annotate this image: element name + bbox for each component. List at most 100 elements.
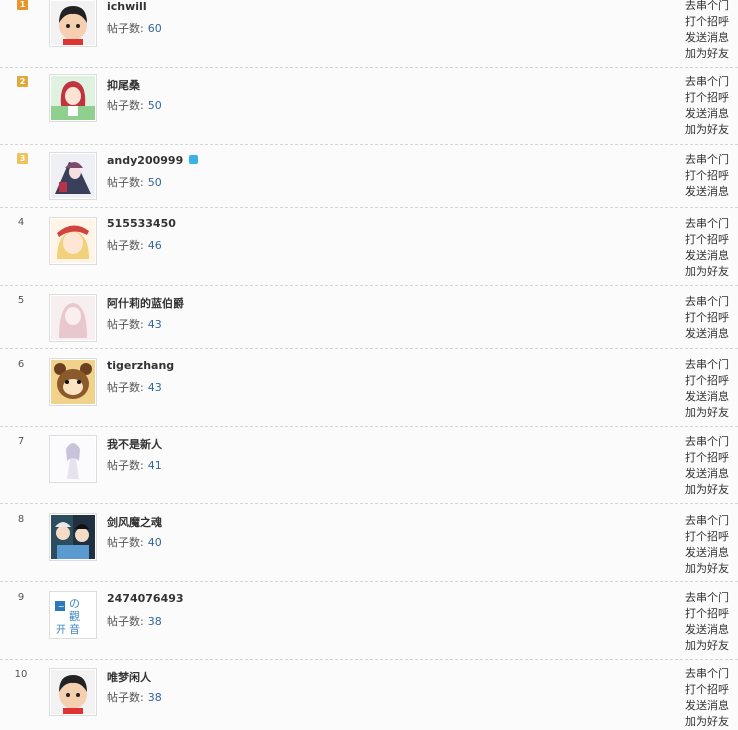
username-link[interactable]: 阿什莉的蓝伯爵 [107,295,184,311]
svg-text:开: 开 [56,625,66,636]
avatar[interactable] [49,358,97,406]
username-link[interactable]: 剑风魔之魂 [107,514,162,530]
say-hello-link[interactable]: 打个招呼 [685,168,738,184]
visit-space-link[interactable]: 去串个门 [685,152,738,168]
say-hello-link[interactable]: 打个招呼 [685,450,738,466]
list-item: 7 我不是新人 帖子数: 41 去串个门 打个招呼 发送消息 加为好友 [0,427,738,504]
chinese-calligraphy-icon: ~ の 觀 音 开 [51,593,95,637]
add-friend-link[interactable]: 加为好友 [685,46,738,62]
post-count-label: 帖子数: [107,99,144,112]
avatar[interactable] [49,668,97,716]
list-item: 8 剑风魔之魂 帖子数: 40 去串个门 打个招呼 发送消息 加为好友 [0,504,738,582]
username-link[interactable]: 我不是新人 [107,436,162,452]
visit-space-link[interactable]: 去串个门 [685,590,738,606]
say-hello-link[interactable]: 打个招呼 [685,310,738,326]
send-message-link[interactable]: 发送消息 [685,184,738,200]
add-friend-link[interactable]: 加为好友 [685,638,738,654]
add-friend-link[interactable]: 加为好友 [685,714,738,730]
username-link[interactable]: tigerzhang [107,359,174,372]
say-hello-link[interactable]: 打个招呼 [685,232,738,248]
add-friend-link[interactable]: 加为好友 [685,482,738,498]
send-message-link[interactable]: 发送消息 [685,698,738,714]
username-link[interactable]: 抑尾桑 [107,77,140,93]
add-friend-link[interactable]: 加为好友 [685,405,738,421]
user-actions: 去串个门 打个招呼 发送消息 加为好友 [685,216,738,280]
default-boy-avatar-icon [51,1,95,45]
avatar[interactable] [49,74,97,122]
user-actions: 去串个门 打个招呼 发送消息 加为好友 [685,0,738,62]
rank-number: 8 [17,514,25,525]
anime-girl-red-hair-icon [51,76,95,120]
visit-space-link[interactable]: 去串个门 [685,0,738,14]
avatar[interactable] [49,217,97,265]
list-item: 2 抑尾桑 帖子数: 50 去串个门 打个招呼 发送消息 加为好友 [0,68,738,145]
post-count: 帖子数: 60 [107,20,162,36]
avatar[interactable] [49,435,97,483]
send-message-link[interactable]: 发送消息 [685,106,738,122]
avatar[interactable] [49,294,97,342]
post-count: 帖子数: 40 [107,534,162,550]
visit-space-link[interactable]: 去串个门 [685,434,738,450]
rank-number: 10 [14,669,28,680]
visit-space-link[interactable]: 去串个门 [685,294,738,310]
send-message-link[interactable]: 发送消息 [685,389,738,405]
send-message-link[interactable]: 发送消息 [685,326,738,342]
user-actions: 去串个门 打个招呼 发送消息 加为好友 [685,590,738,654]
post-count-value: 40 [147,536,162,549]
add-friend-link[interactable]: 加为好友 [685,122,738,138]
send-message-link[interactable]: 发送消息 [685,545,738,561]
post-count: 帖子数: 43 [107,316,162,332]
anime-girl-pink-icon [51,296,95,340]
post-count-label: 帖子数: [107,239,144,252]
post-count-value: 41 [147,459,162,472]
user-actions: 去串个门 打个招呼 发送消息 加为好友 [685,74,738,138]
post-count: 帖子数: 38 [107,689,162,705]
avatar[interactable] [49,152,97,200]
say-hello-link[interactable]: 打个招呼 [685,529,738,545]
rank-number: 5 [17,295,25,306]
say-hello-link[interactable]: 打个招呼 [685,682,738,698]
user-actions: 去串个门 打个招呼 发送消息 加为好友 [685,357,738,421]
rank-number: 9 [17,592,25,603]
say-hello-link[interactable]: 打个招呼 [685,14,738,30]
default-boy-avatar-icon [51,670,95,714]
post-count: 帖子数: 41 [107,457,162,473]
send-message-link[interactable]: 发送消息 [685,466,738,482]
user-actions: 去串个门 打个招呼 发送消息 [685,152,738,200]
visit-space-link[interactable]: 去串个门 [685,216,738,232]
send-message-link[interactable]: 发送消息 [685,248,738,264]
username-link[interactable]: 唯梦闲人 [107,669,151,685]
post-count-value: 38 [147,615,162,628]
visit-space-link[interactable]: 去串个门 [685,357,738,373]
add-friend-link[interactable]: 加为好友 [685,561,738,577]
visit-space-link[interactable]: 去串个门 [685,666,738,682]
username-link[interactable]: ichwill [107,0,147,13]
user-actions: 去串个门 打个招呼 发送消息 [685,294,738,342]
say-hello-link[interactable]: 打个招呼 [685,606,738,622]
username-link[interactable]: 2474076493 [107,592,184,605]
send-message-link[interactable]: 发送消息 [685,622,738,638]
post-count-label: 帖子数: [107,176,144,189]
list-item: 6 tigerzhang 帖子数: 43 去串个门 打个招呼 发送消息 加为好友 [0,349,738,427]
send-message-link[interactable]: 发送消息 [685,30,738,46]
say-hello-link[interactable]: 打个招呼 [685,373,738,389]
post-count-label: 帖子数: [107,459,144,472]
add-friend-link[interactable]: 加为好友 [685,264,738,280]
avatar[interactable] [49,0,97,47]
post-count: 帖子数: 43 [107,379,162,395]
vip-badge-icon [189,155,199,164]
svg-text:~: ~ [58,602,65,611]
post-count-label: 帖子数: [107,615,144,628]
svg-text:觀: 觀 [69,610,80,623]
avatar[interactable]: ~ の 觀 音 开 [49,591,97,639]
visit-space-link[interactable]: 去串个门 [685,513,738,529]
avatar[interactable] [49,513,97,561]
visit-space-link[interactable]: 去串个门 [685,74,738,90]
list-item: 9 ~ の 觀 音 开 2474076493 帖子数: 38 去串个门 打个招呼 … [0,582,738,660]
post-count-label: 帖子数: [107,318,144,331]
user-actions: 去串个门 打个招呼 发送消息 加为好友 [685,434,738,498]
username-link[interactable]: 515533450 [107,217,176,230]
say-hello-link[interactable]: 打个招呼 [685,90,738,106]
username-link[interactable]: andy200999 [107,154,199,167]
anime-mecha-girl-icon [51,154,95,198]
